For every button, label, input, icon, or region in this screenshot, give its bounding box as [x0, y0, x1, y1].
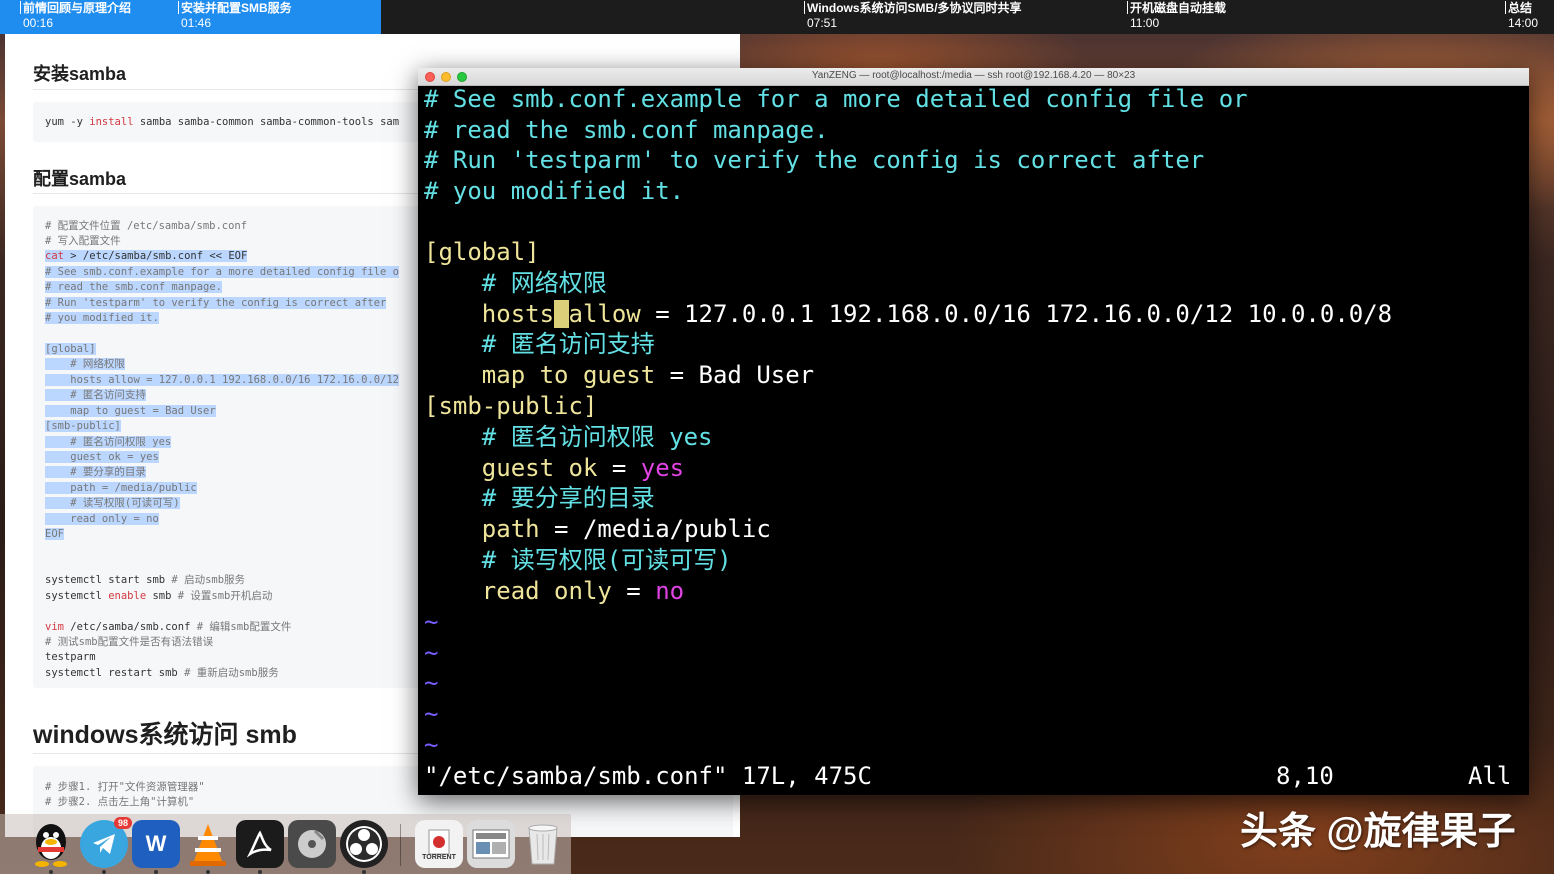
word-icon[interactable]: W: [132, 820, 180, 868]
chapter-timeline[interactable]: 前情回顾与原理介绍 00:16 安装并配置SMB服务 01:46 Windows…: [0, 0, 1554, 34]
vim-scroll-indicator: All: [1468, 762, 1512, 790]
chapter-2-time: 01:46: [181, 16, 212, 30]
code-line: EOF: [45, 528, 64, 540]
windows-heading: windows系统访问 smb: [33, 721, 297, 749]
dock: 98 W TORRENT: [0, 814, 571, 874]
code-line: [smb-public]: [45, 420, 121, 432]
running-indicator: [49, 870, 53, 874]
running-indicator: [258, 870, 262, 874]
vim-status-file: "/etc/samba/smb.conf" 17L, 475C: [424, 762, 872, 790]
code-line: # read the smb.conf manpage.: [45, 281, 223, 293]
acrobat-icon[interactable]: [236, 820, 284, 868]
running-indicator: [102, 870, 106, 874]
code-line: # 读写权限(可读可写): [45, 497, 180, 509]
code-line: systemctl start smb # 启动smb服务: [45, 574, 246, 586]
qq-icon[interactable]: [27, 820, 75, 868]
chapter-4[interactable]: 开机磁盘自动挂载 11:00: [1127, 1, 1226, 31]
vlc-icon[interactable]: [184, 820, 232, 868]
code-line: cat > /etc/samba/smb.conf << EOF: [45, 250, 248, 262]
text-cursor: [554, 300, 569, 328]
chapter-5-title: 总结: [1508, 1, 1533, 15]
code-line: path = /media/public: [45, 482, 197, 494]
code-line: vim /etc/samba/smb.conf # 编辑smb配置文件: [45, 621, 292, 633]
terminal-line: [smb-public]: [424, 392, 598, 420]
code-line: # See smb.conf.example for a more detail…: [45, 266, 400, 278]
chapter-3-time: 07:51: [807, 16, 838, 30]
trash-icon[interactable]: [519, 820, 567, 868]
running-indicator: [362, 870, 366, 874]
code-line: # 匿名访问权限 yes: [45, 436, 172, 448]
chapter-3[interactable]: Windows系统访问SMB/多协议同时共享 07:51: [804, 1, 1022, 31]
code-line: # 网络权限: [45, 358, 125, 370]
chapter-4-title: 开机磁盘自动挂载: [1130, 1, 1227, 15]
code-line: # 步骤1. 打开"文件资源管理器": [45, 781, 205, 793]
code-line: # 匿名访问支持: [45, 389, 146, 401]
code-line: # 要分享的目录: [45, 466, 146, 478]
empty-line-tilde: ~: [424, 700, 439, 728]
screenshot-icon[interactable]: [467, 820, 515, 868]
dock-divider: [400, 824, 401, 866]
code-line: map to guest = Bad User: [45, 405, 216, 417]
disk-utility-icon[interactable]: [288, 820, 336, 868]
telegram-icon[interactable]: 98: [80, 817, 132, 868]
chapter-5-time: 14:00: [1508, 16, 1539, 30]
chapter-2[interactable]: 安装并配置SMB服务 01:46: [178, 1, 292, 31]
terminal-title: YanZENG — root@localhost:/media — ssh ro…: [811, 70, 1136, 81]
chapter-3-title: Windows系统访问SMB/多协议同时共享: [807, 1, 1022, 15]
code-line: systemctl restart smb # 重新启动smb服务: [45, 667, 279, 679]
notification-badge: 98: [113, 817, 132, 829]
chapter-2-title: 安装并配置SMB服务: [181, 1, 292, 15]
code-line: guest ok = yes: [45, 451, 159, 463]
terminal-line: hosts allow = 127.0.0.1 192.168.0.0/16 1…: [424, 300, 1393, 328]
terminal-content[interactable]: # See smb.conf.example for a more detail…: [418, 85, 1529, 795]
code-line: [global]: [45, 343, 96, 355]
empty-line-tilde: ~: [424, 731, 439, 759]
vim-cursor-position: 8,10: [1276, 762, 1334, 790]
running-indicator: [206, 870, 210, 874]
code-line: read only = no: [45, 513, 159, 525]
watermark: 头条 @旋律果子: [1240, 811, 1516, 853]
code-line: # 步骤2. 点击左上角"计算机": [45, 796, 195, 808]
terminal-line: guest ok = yes: [424, 454, 685, 482]
obs-icon[interactable]: [340, 820, 388, 868]
terminal-line: # you modified it.: [424, 177, 685, 205]
install-command: yum -y install samba samba-common samba-…: [45, 116, 400, 128]
terminal-line: # 读写权限(可读可写): [424, 546, 732, 574]
code-line: hosts allow = 127.0.0.1 192.168.0.0/16 1…: [45, 374, 400, 386]
terminal-line: # See smb.conf.example for a more detail…: [424, 85, 1248, 113]
code-line: # 配置文件位置 /etc/samba/smb.conf: [45, 220, 248, 232]
code-line: # 测试smb配置文件是否有语法错误: [45, 636, 214, 648]
config-heading: 配置samba: [33, 169, 127, 189]
chapter-1[interactable]: 前情回顾与原理介绍 00:16: [20, 1, 131, 31]
code-line: # you modified it.: [45, 312, 159, 324]
chapter-5[interactable]: 总结 14:00: [1505, 1, 1538, 31]
running-indicator: [154, 870, 158, 874]
empty-line-tilde: ~: [424, 608, 439, 636]
terminal-line: # 网络权限: [424, 269, 607, 297]
code-line: systemctl enable smb # 设置smb开机启动: [45, 590, 273, 602]
empty-line-tilde: ~: [424, 669, 439, 697]
terminal-line: read only = no: [424, 577, 685, 605]
terminal-line: map to guest = Bad User: [424, 361, 815, 389]
install-heading: 安装samba: [33, 64, 127, 84]
terminal-line: # Run 'testparm' to verify the config is…: [424, 146, 1205, 174]
torrent-icon[interactable]: TORRENT: [415, 820, 463, 868]
code-line: # 写入配置文件: [45, 235, 121, 247]
chapter-1-title: 前情回顾与原理介绍: [23, 1, 132, 15]
chapter-4-time: 11:00: [1130, 16, 1160, 30]
terminal-line: path = /media/public: [424, 515, 771, 543]
code-line: # Run 'testparm' to verify the config is…: [45, 297, 387, 309]
terminal-window[interactable]: YanZENG — root@localhost:/media — ssh ro…: [418, 68, 1529, 795]
terminal-line: # 匿名访问支持: [424, 330, 655, 358]
code-line: testparm: [45, 651, 96, 663]
terminal-line: # read the smb.conf manpage.: [424, 116, 829, 144]
empty-line-tilde: ~: [424, 639, 439, 667]
terminal-line: # 要分享的目录: [424, 484, 655, 512]
terminal-line: [global]: [424, 238, 540, 266]
chapter-1-time: 00:16: [23, 16, 54, 30]
terminal-line: # 匿名访问权限 yes: [424, 423, 713, 451]
